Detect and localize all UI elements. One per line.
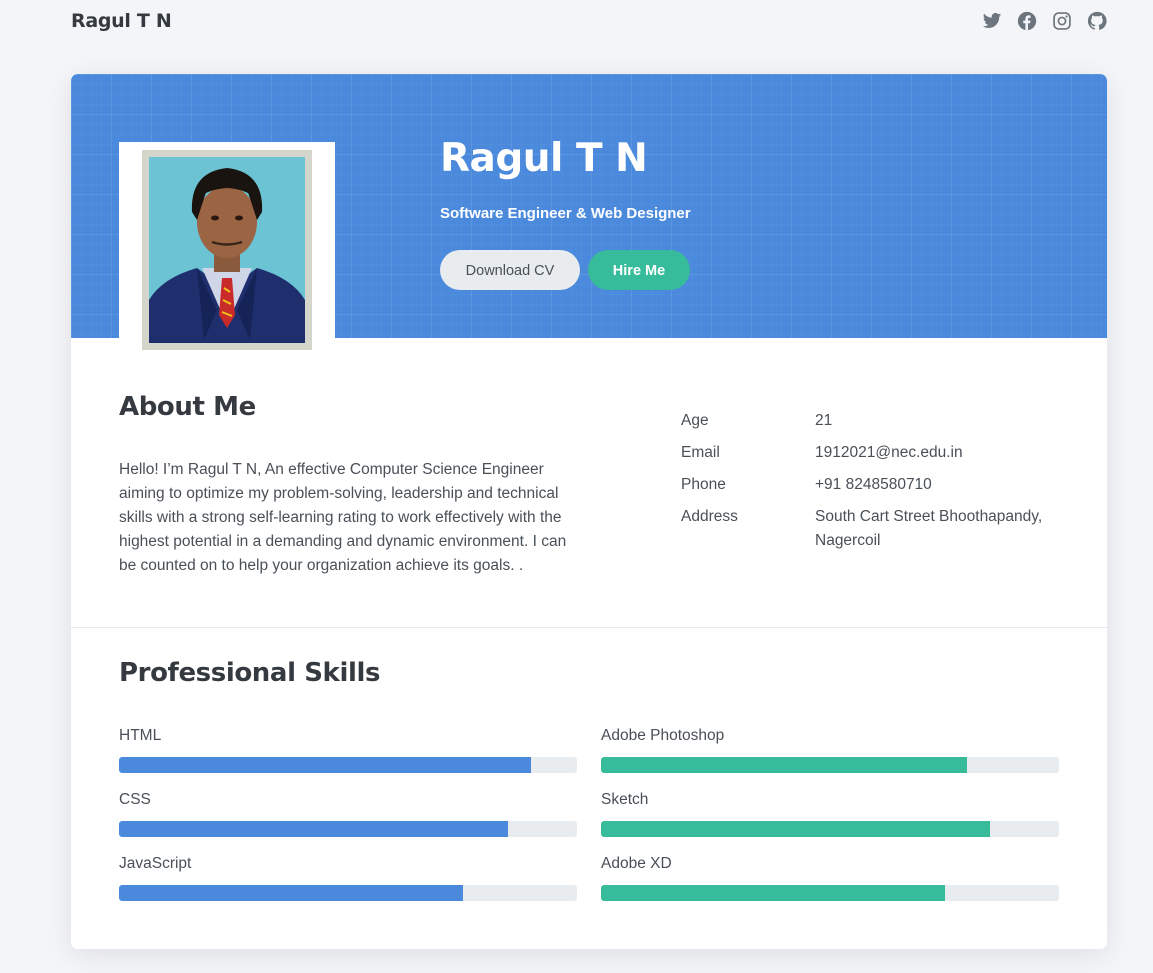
info-row-email: Email 1912021@nec.edu.in bbox=[681, 441, 1061, 465]
instagram-icon[interactable] bbox=[1052, 11, 1072, 31]
twitter-icon[interactable] bbox=[982, 11, 1002, 31]
info-value: +91 8248580710 bbox=[815, 476, 932, 493]
info-list: Age 21 Email 1912021@nec.edu.in Phone +9… bbox=[681, 409, 1061, 561]
info-label: Email bbox=[681, 444, 720, 461]
profile-title: Software Engineer & Web Designer bbox=[440, 205, 691, 222]
skill-progress-fill bbox=[601, 821, 991, 837]
github-icon[interactable] bbox=[1087, 11, 1107, 31]
skill-progress-track bbox=[601, 885, 1059, 901]
skill-item: Adobe Photoshop bbox=[601, 726, 1059, 790]
skill-progress-fill bbox=[119, 757, 532, 773]
skill-name: HTML bbox=[119, 727, 162, 744]
skill-progress-fill bbox=[119, 885, 463, 901]
info-label: Phone bbox=[681, 476, 726, 493]
skills-column-right: Adobe Photoshop Sketch Adobe XD bbox=[601, 726, 1059, 918]
section-divider bbox=[71, 627, 1107, 628]
top-navbar: Ragul T N bbox=[0, 0, 1153, 44]
skills-column-left: HTML CSS JavaScript bbox=[119, 726, 577, 918]
profile-name: Ragul T N bbox=[440, 136, 648, 181]
skill-progress-fill bbox=[601, 885, 945, 901]
skill-name: Sketch bbox=[601, 791, 649, 808]
social-links bbox=[982, 11, 1107, 31]
skill-item: JavaScript bbox=[119, 854, 577, 918]
info-label: Age bbox=[681, 412, 709, 429]
profile-photo-frame bbox=[119, 142, 335, 354]
skill-name: JavaScript bbox=[119, 855, 192, 872]
skill-name: Adobe Photoshop bbox=[601, 727, 725, 744]
skill-name: Adobe XD bbox=[601, 855, 672, 872]
skill-progress-track bbox=[119, 757, 577, 773]
skill-progress-fill bbox=[601, 757, 968, 773]
hire-me-button[interactable]: Hire Me bbox=[588, 250, 690, 290]
resume-card: Ragul T N Software Engineer & Web Design… bbox=[71, 74, 1107, 949]
skill-progress-fill bbox=[119, 821, 509, 837]
info-row-address: Address South Cart Street Bhoothapandy, … bbox=[681, 505, 1061, 553]
skill-progress-track bbox=[119, 821, 577, 837]
brand-name[interactable]: Ragul T N bbox=[71, 10, 172, 32]
download-cv-button[interactable]: Download CV bbox=[440, 250, 580, 290]
info-value[interactable]: 1912021@nec.edu.in bbox=[815, 441, 1055, 465]
about-text: Hello! I’m Ragul T N, An effective Compu… bbox=[119, 461, 567, 574]
info-label: Address bbox=[681, 508, 738, 525]
skill-progress-track bbox=[601, 821, 1059, 837]
info-row-phone: Phone +91 8248580710 bbox=[681, 473, 1061, 497]
skill-progress-track bbox=[601, 757, 1059, 773]
skill-item: HTML bbox=[119, 726, 577, 790]
skill-item: Sketch bbox=[601, 790, 1059, 854]
about-heading: About Me bbox=[119, 392, 256, 422]
skill-item: CSS bbox=[119, 790, 577, 854]
facebook-icon[interactable] bbox=[1017, 11, 1037, 31]
info-row-age: Age 21 bbox=[681, 409, 1061, 433]
info-value: South Cart Street Bhoothapandy, Nagercoi… bbox=[815, 508, 1043, 549]
skills-heading: Professional Skills bbox=[119, 658, 381, 688]
skill-name: CSS bbox=[119, 791, 151, 808]
info-value: 21 bbox=[815, 412, 833, 429]
profile-photo bbox=[142, 150, 312, 350]
skill-progress-track bbox=[119, 885, 577, 901]
skill-item: Adobe XD bbox=[601, 854, 1059, 918]
